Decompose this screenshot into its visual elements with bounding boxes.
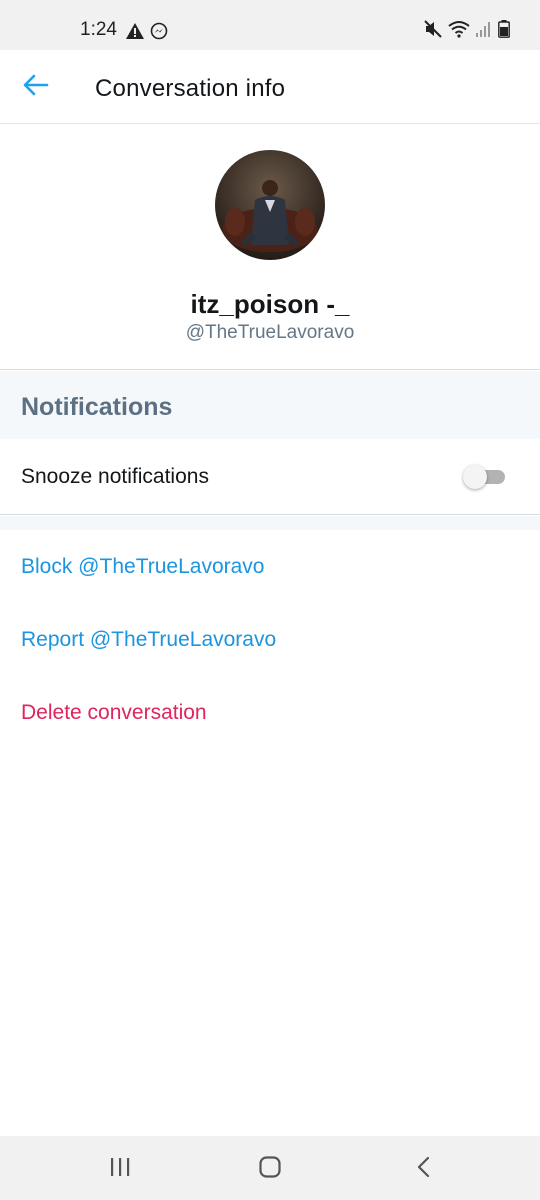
toggle-thumb xyxy=(463,465,487,489)
status-bar: 1:24 xyxy=(0,0,540,50)
delete-conversation-link[interactable]: Delete conversation xyxy=(21,701,207,725)
status-right-icons xyxy=(424,20,510,43)
avatar-photo xyxy=(215,150,325,260)
back-nav-icon xyxy=(416,1156,430,1183)
wifi-icon xyxy=(448,20,470,43)
battery-icon xyxy=(498,20,510,43)
signal-icon xyxy=(476,21,492,42)
notifications-section-header: Notifications xyxy=(0,371,540,439)
messenger-icon xyxy=(150,22,168,45)
recent-apps-button[interactable] xyxy=(105,1154,135,1184)
status-left-icons xyxy=(126,22,168,45)
mute-icon xyxy=(424,20,442,43)
back-button[interactable] xyxy=(18,69,54,105)
avatar[interactable] xyxy=(215,150,325,260)
arrow-left-icon xyxy=(23,74,49,101)
app-bar: Conversation info xyxy=(0,50,540,124)
section-title: Notifications xyxy=(21,393,173,421)
snooze-notifications-row[interactable]: Snooze notifications xyxy=(0,439,540,515)
back-nav-button[interactable] xyxy=(408,1154,438,1184)
user-handle: @TheTrueLavoravo xyxy=(185,322,355,343)
section-divider xyxy=(0,516,540,530)
system-nav-bar xyxy=(0,1136,540,1200)
block-user-link[interactable]: Block @TheTrueLavoravo xyxy=(21,555,264,579)
display-name: itz_poison -_ xyxy=(190,289,350,319)
home-button[interactable] xyxy=(255,1154,285,1184)
recent-apps-icon xyxy=(109,1157,131,1182)
warning-icon xyxy=(126,23,144,44)
page-title: Conversation info xyxy=(95,75,286,102)
profile-section: itz_poison -_ @TheTrueLavoravo xyxy=(0,124,540,370)
report-user-link[interactable]: Report @TheTrueLavoravo xyxy=(21,628,276,652)
snooze-toggle[interactable] xyxy=(463,465,505,489)
snooze-label: Snooze notifications xyxy=(21,465,209,488)
home-icon xyxy=(259,1155,281,1183)
status-time: 1:24 xyxy=(80,19,117,40)
